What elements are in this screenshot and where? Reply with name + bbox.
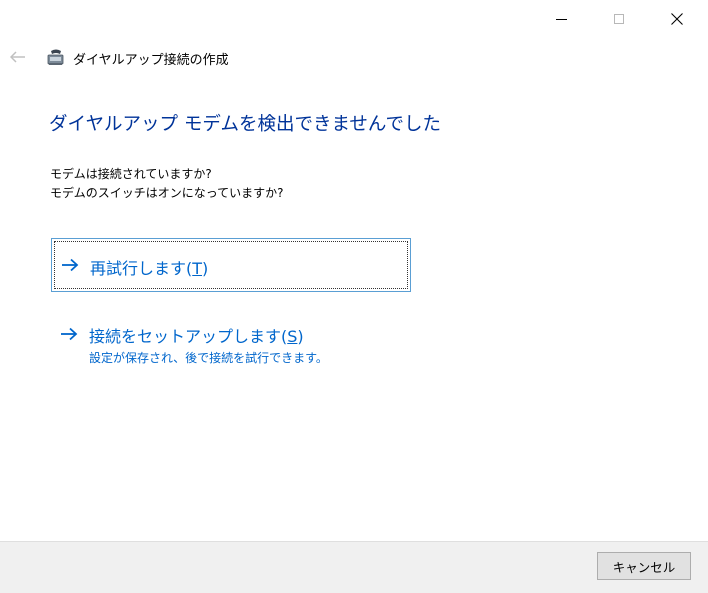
wizard-title: ダイヤルアップ接続の作成 <box>73 53 229 68</box>
close-icon <box>671 13 683 25</box>
cancel-button[interactable]: キャンセル <box>597 552 691 580</box>
minimize-icon <box>555 19 567 20</box>
minimize-button[interactable] <box>532 0 590 38</box>
maximize-icon <box>614 14 624 24</box>
setup-connection-description: 設定が保存され、後で接続を試行できます。 <box>89 351 328 365</box>
wizard-footer: キャンセル <box>0 541 708 593</box>
back-button[interactable] <box>6 46 30 68</box>
setup-connection-label: 接続をセットアップします(S) <box>89 327 304 346</box>
retry-command-link[interactable]: 再試行します(T) <box>51 238 411 292</box>
question-text: モデムは接続されていますか? <box>50 167 212 181</box>
dialup-wizard-window: ダイヤルアップ接続の作成 ダイヤルアップ モデムを検出できませんでした モデムは… <box>0 0 708 593</box>
wizard-header: ダイヤルアップ接続の作成 <box>0 40 708 76</box>
arrow-right-icon <box>62 258 79 272</box>
arrow-right-icon <box>61 327 78 341</box>
title-bar <box>0 0 708 38</box>
question-text: モデムのスイッチはオンになっていますか? <box>50 186 284 200</box>
dialup-connection-icon <box>47 49 64 65</box>
setup-connection-command-link[interactable]: 接続をセットアップします(S) 設定が保存され、後で接続を試行できます。 <box>51 316 411 376</box>
maximize-button[interactable] <box>590 0 648 38</box>
page-heading: ダイヤルアップ モデムを検出できませんでした <box>49 114 441 135</box>
back-arrow-icon <box>10 51 25 63</box>
close-button[interactable] <box>648 0 706 38</box>
retry-label: 再試行します(T) <box>90 259 209 278</box>
